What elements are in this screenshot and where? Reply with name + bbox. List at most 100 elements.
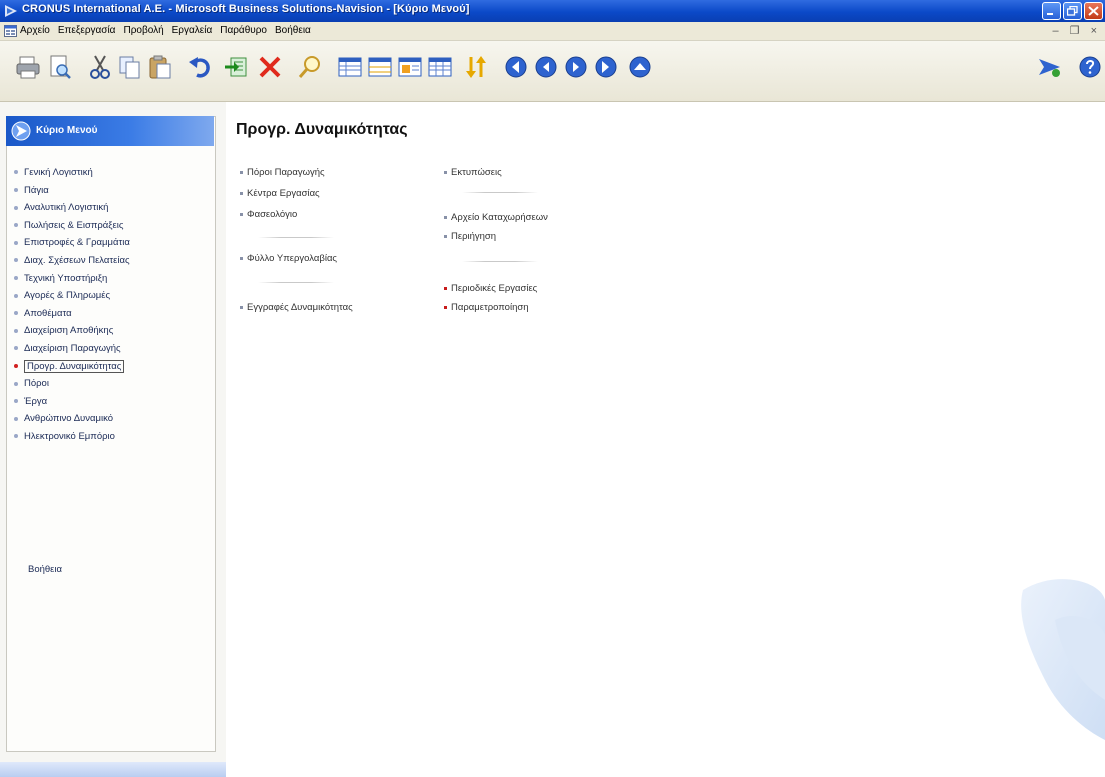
toolbar — [0, 41, 1105, 102]
link-subcontracting-worksheet[interactable]: Φύλλο Υπεργολαβίας — [240, 253, 337, 264]
bullet-icon — [240, 256, 243, 260]
help-button[interactable] — [1076, 53, 1104, 81]
copy-button[interactable] — [116, 53, 144, 81]
next-record-button[interactable] — [562, 53, 590, 81]
sidebar-item-inventory[interactable]: Αποθέματα — [14, 305, 130, 323]
minimize-button[interactable] — [1042, 2, 1061, 20]
bullet-icon — [14, 293, 18, 298]
print-button[interactable] — [14, 53, 42, 81]
module-list: Γενική Λογιστική Πάγια Αναλυτική Λογιστι… — [14, 164, 130, 446]
mdi-window-controls[interactable]: – ❐ × — [1052, 24, 1101, 37]
print-preview-button[interactable] — [46, 53, 74, 81]
minimize-icon — [1047, 13, 1053, 15]
form-view-button[interactable] — [396, 53, 424, 81]
cut-icon — [90, 55, 110, 79]
link-phase-log[interactable]: Φασεολόγιο — [240, 209, 297, 220]
first-record-button[interactable] — [502, 53, 530, 81]
copy-icon — [119, 56, 140, 79]
app-window: CRONUS International A.E. - Microsoft Bu… — [0, 0, 1105, 777]
close-button[interactable] — [1084, 2, 1103, 20]
menu-bar: Αρχείο Επεξεργασία Προβολή Εργαλεία Παρά… — [0, 22, 1105, 41]
title-bar[interactable]: CRONUS International A.E. - Microsoft Bu… — [0, 0, 1105, 22]
bullet-icon — [14, 416, 18, 421]
bullet-icon — [14, 434, 18, 439]
nav-next-icon — [565, 56, 587, 78]
help-icon — [1079, 56, 1101, 78]
link-entry-archive[interactable]: Αρχείο Καταχωρήσεων — [444, 212, 548, 223]
link-capacity-entries[interactable]: Εγγραφές Δυναμικότητας — [240, 302, 353, 313]
sidebar-item-e-commerce[interactable]: Ηλεκτρονικό Εμπόριο — [14, 428, 130, 446]
print-icon — [16, 56, 40, 79]
table-view-button[interactable] — [426, 53, 454, 81]
page-title: Προγρ. Δυναμικότητας — [236, 121, 408, 138]
link-production-resources[interactable]: Πόροι Παραγωγής — [240, 167, 325, 178]
up-button[interactable] — [626, 53, 654, 81]
bullet-icon — [444, 170, 447, 174]
undo-icon — [189, 57, 210, 78]
left-pane-footer — [0, 762, 226, 777]
link-navigation[interactable]: Περιήγηση — [444, 231, 496, 242]
menu-view[interactable]: Προβολή — [123, 25, 163, 36]
form-view-icon — [398, 57, 422, 77]
link-work-centers[interactable]: Κέντρα Εργασίας — [240, 188, 320, 199]
link-periodic-activities[interactable]: Περιοδικές Εργασίες — [444, 283, 537, 294]
bullet-icon — [14, 205, 18, 210]
find-button[interactable] — [296, 53, 324, 81]
import-button[interactable] — [222, 53, 250, 81]
help-link[interactable]: Βοήθεια — [28, 564, 62, 575]
bullet-icon — [444, 215, 447, 219]
sidebar-item-crm[interactable]: Διαχ. Σχέσεων Πελατείας — [14, 252, 130, 270]
sidebar-item-human-resources[interactable]: Ανθρώπινο Δυναμικό — [14, 410, 130, 428]
menu-file[interactable]: Αρχείο — [20, 25, 50, 36]
sidebar-item-warehouse[interactable]: Διαχείριση Αποθήκης — [14, 322, 130, 340]
bullet-icon — [240, 170, 243, 174]
main-menu-icon — [11, 121, 31, 141]
menu-window[interactable]: Παράθυρο — [220, 25, 267, 36]
sidebar-item-returns-notes[interactable]: Επιστροφές & Γραμμάτια — [14, 234, 130, 252]
connect-button[interactable] — [1036, 53, 1064, 81]
bullet-icon — [14, 346, 18, 351]
sort-button[interactable] — [462, 53, 490, 81]
bullet-icon — [14, 328, 18, 333]
last-record-button[interactable] — [592, 53, 620, 81]
previous-record-button[interactable] — [532, 53, 560, 81]
nav-first-icon — [505, 56, 527, 78]
card-view-icon — [368, 57, 392, 77]
sidebar-item-purchases-payables[interactable]: Αγορές & Πληρωμές — [14, 287, 130, 305]
bullet-icon — [14, 258, 18, 263]
main-menu-title: Κύριο Μενού — [36, 125, 98, 136]
sidebar-item-general-ledger[interactable]: Γενική Λογιστική — [14, 164, 130, 182]
delete-button[interactable] — [256, 53, 284, 81]
cut-button[interactable] — [86, 53, 114, 81]
table-view-icon — [428, 57, 452, 77]
bullet-icon — [14, 276, 18, 281]
undo-button[interactable] — [186, 53, 214, 81]
sidebar-item-service[interactable]: Τεχνική Υποστήριξη — [14, 270, 130, 288]
sidebar-item-capacity-planning[interactable]: Προγρ. Δυναμικότητας — [14, 358, 130, 376]
bullet-icon — [240, 191, 243, 195]
sidebar-item-sales-receivables[interactable]: Πωλήσεις & Εισπράξεις — [14, 217, 130, 235]
link-setup[interactable]: Παραμετροποίηση — [444, 302, 529, 313]
nav-last-icon — [595, 56, 617, 78]
sidebar-item-cost-accounting[interactable]: Αναλυτική Λογιστική — [14, 199, 130, 217]
nav-up-icon — [629, 56, 651, 78]
sidebar-item-fixed-assets[interactable]: Πάγια — [14, 182, 130, 200]
sidebar-item-jobs[interactable]: Έργα — [14, 393, 130, 411]
menu-tools[interactable]: Εργαλεία — [172, 25, 213, 36]
link-reports[interactable]: Εκτυπώσεις — [444, 167, 502, 178]
sidebar-item-resources[interactable]: Πόροι — [14, 375, 130, 393]
delete-icon — [259, 56, 281, 78]
sidebar-item-manufacturing[interactable]: Διαχείριση Παραγωγής — [14, 340, 130, 358]
bullet-icon — [14, 170, 18, 175]
menu-edit[interactable]: Επεξεργασία — [58, 25, 116, 36]
bullet-icon — [14, 311, 18, 316]
active-bullet-icon — [14, 364, 18, 369]
nav-previous-icon — [535, 56, 557, 78]
card-view-button[interactable] — [366, 53, 394, 81]
maximize-button[interactable] — [1063, 2, 1082, 20]
document-window-icon[interactable] — [4, 25, 17, 37]
menu-help[interactable]: Βοήθεια — [275, 25, 311, 36]
paste-icon — [149, 55, 171, 79]
paste-button[interactable] — [146, 53, 174, 81]
list-view-button[interactable] — [336, 53, 364, 81]
